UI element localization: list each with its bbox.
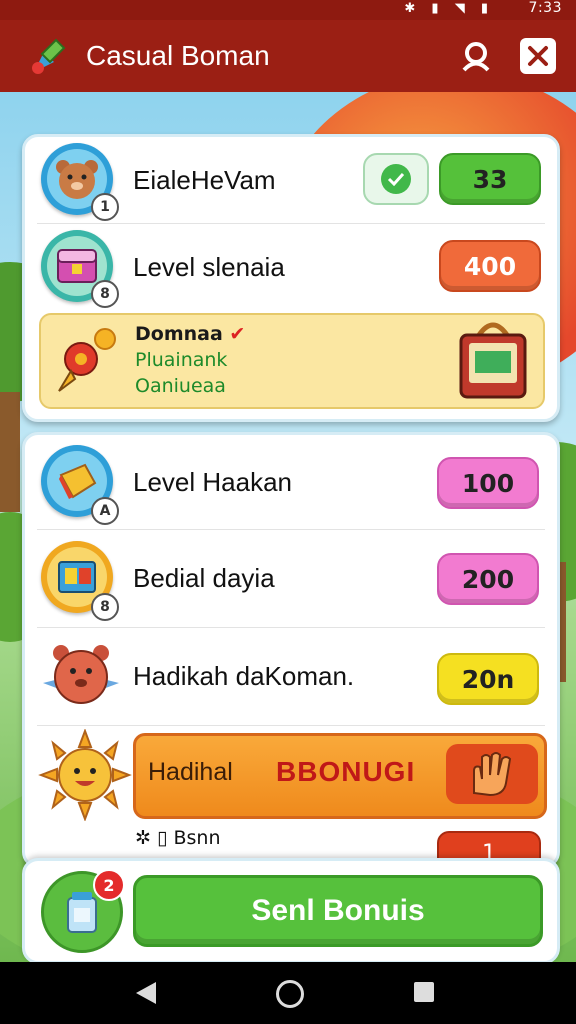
bottom-action-panel: 2 Senl Bonuis — [22, 858, 560, 964]
status-bar: ✱ ▮ ◥ ▮ 7:33 — [0, 0, 576, 20]
promo-check-mark: ✔ — [229, 323, 246, 345]
claim-check-button[interactable] — [363, 153, 429, 205]
chest-avatar: 8 — [41, 230, 119, 308]
chest-icon — [57, 249, 97, 283]
hand-icon — [473, 752, 512, 797]
book-icon — [58, 561, 96, 593]
back-icon[interactable] — [136, 982, 156, 1004]
status-icons: ✱ ▮ ◥ ▮ — [404, 1, 494, 16]
reward-row[interactable]: 1 EialeHeVam 33 — [25, 137, 557, 223]
bear-icon — [56, 160, 98, 199]
app-logo-icon — [26, 34, 70, 78]
reward-value-button[interactable]: 400 — [439, 240, 541, 292]
level-value-button[interactable]: 20n — [437, 653, 539, 705]
reward-value-button[interactable]: 33 — [439, 153, 541, 205]
bear-avatar: 1 — [41, 143, 119, 221]
small-row-icons: ✲ ▯ — [135, 827, 168, 849]
divider — [37, 725, 545, 726]
rewards-card: 1 EialeHeVam 33 8 Level slenaia 400 Domn… — [22, 134, 560, 422]
notification-count-badge: 2 — [93, 869, 125, 901]
promo-title: Domnaa ✔ — [135, 323, 245, 345]
status-time: 7:33 — [528, 0, 562, 16]
promo-line-3: Oaniueaa — [135, 375, 226, 397]
levels-card: A Level Haakan 100 8 Bedial dayia 200 Ha… — [22, 432, 560, 868]
level-row[interactable]: 8 Bedial dayia 200 — [25, 531, 557, 627]
creature-icon — [43, 645, 119, 704]
gift-box-avatar: A — [41, 445, 119, 525]
user-icon — [462, 42, 490, 72]
sun-mascot-icon — [38, 729, 132, 821]
home-icon[interactable] — [276, 980, 304, 1008]
profile-button[interactable] — [458, 38, 494, 74]
row-label: Hadikah daKoman. — [133, 661, 355, 691]
gift-box-icon — [59, 463, 97, 499]
level-badge: 8 — [91, 593, 119, 621]
bonus-banner[interactable]: Hadihal BBONUGI — [133, 733, 547, 819]
row-label: Level Haakan — [133, 467, 292, 497]
row-label: EialeHeVam — [133, 165, 276, 195]
promo-banner[interactable]: Domnaa ✔ Pluainank Oaniueaa — [39, 313, 545, 409]
send-bonus-button[interactable]: Senl Bonuis — [133, 875, 543, 947]
close-icon — [528, 46, 548, 66]
rocket-icon — [58, 328, 116, 392]
title-bar: Casual Boman — [0, 20, 576, 92]
level-badge: 1 — [91, 193, 119, 221]
level-badge: 8 — [91, 280, 119, 308]
bonus-claim-button[interactable] — [446, 744, 538, 804]
level-row[interactable]: A Level Haakan 100 — [25, 435, 557, 529]
row-label: Bedial dayia — [133, 563, 275, 593]
book-avatar: 8 — [41, 541, 119, 621]
background-trunk — [0, 392, 20, 512]
divider — [37, 529, 545, 530]
level-row[interactable]: Hadikah daKoman. 20n — [25, 629, 557, 725]
level-value-button[interactable]: 100 — [437, 457, 539, 509]
divider — [37, 627, 545, 628]
close-button[interactable] — [520, 38, 556, 74]
extra-row: ✲ ▯ Bsnn — [135, 827, 221, 849]
promo-line-1: Domnaa — [135, 323, 223, 345]
app-title: Casual Boman — [86, 40, 270, 71]
check-icon — [381, 164, 411, 194]
bonus-banner-title: BBONUGI — [276, 756, 416, 787]
small-row-label: Bsnn — [173, 827, 221, 849]
android-nav-bar — [0, 962, 576, 1024]
row-label: Level slenaia — [133, 252, 285, 282]
level-value-button[interactable]: 200 — [437, 553, 539, 605]
recent-apps-icon[interactable] — [414, 982, 434, 1002]
bonus-banner-label: Hadihal — [148, 758, 233, 786]
shopping-bag-icon — [459, 322, 527, 399]
promo-line-2: Pluainank — [135, 349, 228, 371]
reward-row[interactable]: 8 Level slenaia 400 — [25, 224, 557, 310]
level-badge: A — [91, 497, 119, 525]
